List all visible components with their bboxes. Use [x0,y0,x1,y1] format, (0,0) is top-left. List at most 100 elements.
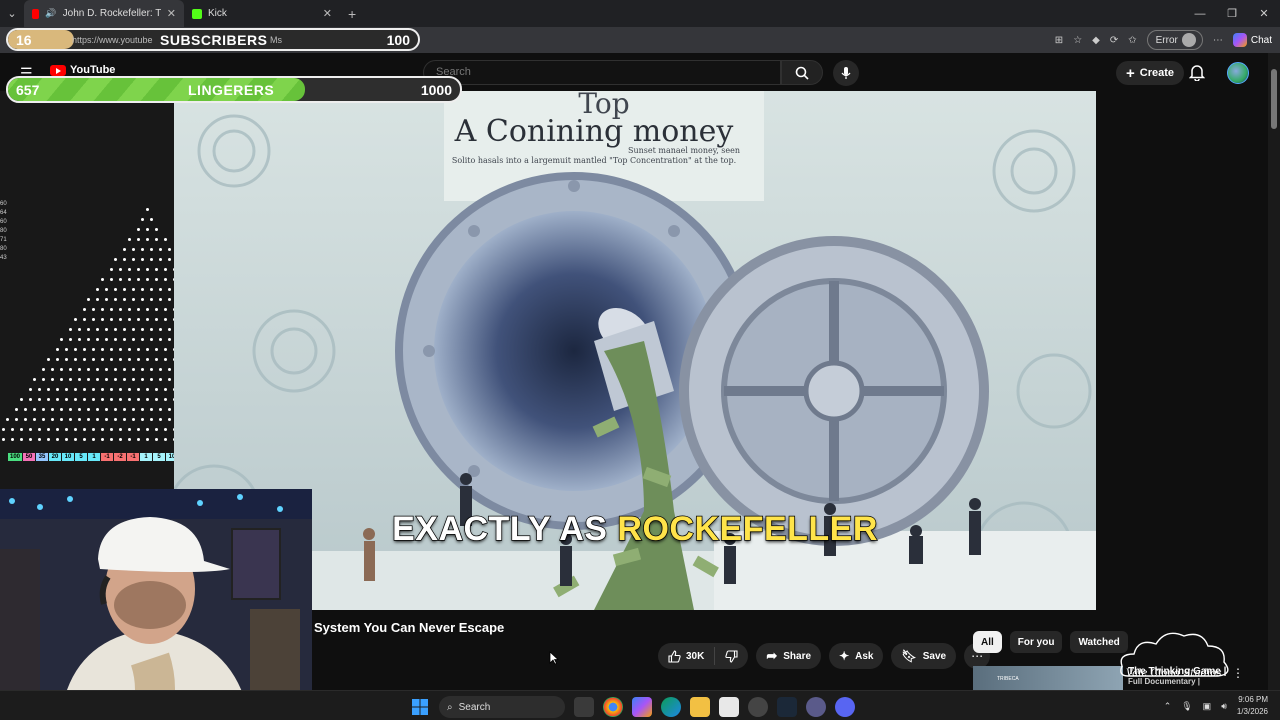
account-avatar[interactable] [1227,62,1249,84]
pattern-dot [37,438,41,441]
pattern-dot [87,378,90,381]
pattern-dot [109,348,113,351]
pattern-dot [163,308,167,311]
close-tab-icon[interactable]: ✕ [167,7,176,20]
discord-icon[interactable] [835,697,855,717]
file-explorer-icon[interactable] [690,697,710,717]
taskbar-clock[interactable]: 9:06 PM 1/3/2026 [1237,694,1268,718]
search-input[interactable]: Search [423,60,781,85]
more-menu-icon[interactable]: ⋯ [1213,35,1223,46]
address-url-text[interactable]: https://www.youtube [72,35,153,45]
volume-icon[interactable]: 🔊︎ [1221,701,1227,712]
pattern-dot [118,398,122,401]
steam-icon[interactable] [777,697,797,717]
pattern-dot [96,298,99,301]
pattern-dot [136,238,140,241]
pattern-dot [100,358,104,361]
extension-icon[interactable]: ◆ [1092,35,1100,46]
pattern-dot [168,338,171,341]
pattern-dot [42,418,45,421]
pattern-dot [132,378,135,381]
pattern-dot [42,408,45,411]
pattern-dot [73,438,77,441]
youtube-logo[interactable]: YouTube [50,64,115,76]
notifications-bell-icon[interactable] [1189,63,1205,81]
star-icon[interactable]: ☆ [1073,35,1082,46]
copilot-chat-button[interactable]: Chat [1232,33,1272,47]
tab-youtube[interactable]: 🔊 John D. Rockefeller: The Man ✕ [24,0,184,27]
pattern-dot [105,338,108,341]
pattern-dot [150,218,153,221]
create-label: Create [1139,67,1175,79]
pattern-dot [100,398,104,401]
taskbar-search-box[interactable]: ⌕ Search [439,696,565,718]
obs-icon[interactable] [748,697,768,717]
plus-icon: + [1126,64,1135,82]
pattern-dot [136,308,140,311]
youtube-favicon-icon [32,8,40,19]
create-button[interactable]: + Create [1116,61,1185,85]
close-window-icon[interactable]: ✕ [1248,7,1280,20]
filter-chip-all[interactable]: All [973,631,1002,653]
next-video-thumbnail[interactable]: TRIBECA [973,666,1123,693]
page-scrollbar[interactable] [1268,53,1280,693]
pattern-dot [64,358,68,361]
pattern-dot [87,298,90,301]
windows-start-icon[interactable] [410,697,430,717]
close-tab-icon[interactable]: ✕ [323,7,332,20]
caption-yellow-text: ROCKEFELLER [617,509,878,549]
network-icon[interactable]: ▣ [1203,701,1212,712]
task-view-icon[interactable] [574,697,594,717]
refresh-icon[interactable]: ⟳ [1110,35,1118,46]
lingerers-count: 657 [16,82,40,98]
pattern-dot [163,278,167,281]
microphone-icon[interactable]: 🎙︎ [1181,701,1192,712]
streamlabs-icon[interactable] [719,697,739,717]
pattern-dot [109,318,113,321]
pattern-dot [123,248,126,251]
save-button[interactable]: 🔖︎ Save [891,643,957,669]
filter-chip-for-you[interactable]: For you [1009,631,1063,653]
share-button[interactable]: ➦ Share [756,643,822,669]
ask-button[interactable]: ✦ Ask [829,643,884,669]
pattern-dot [73,398,77,401]
chevron-up-icon[interactable]: ⌃ [1164,701,1172,712]
pattern-dot [136,228,140,231]
taskbar-apps: ⌕ Search [410,696,855,718]
minimize-icon[interactable]: — [1184,8,1216,20]
pattern-dot [118,348,122,351]
webcam-person-image [0,489,312,720]
chrome-icon[interactable] [603,697,623,717]
pattern-dot [87,418,90,421]
plus-icon[interactable]: + [340,6,364,22]
scrollbar-thumb[interactable] [1271,69,1277,129]
favorites-icon[interactable]: ✩ [1128,35,1136,46]
pattern-dot [46,428,50,431]
pattern-dot [60,408,63,411]
dislike-button[interactable] [715,649,748,663]
pattern-dot [141,328,144,331]
app-icon[interactable] [806,697,826,717]
pattern-dot [109,388,113,391]
pattern-dot [141,218,144,221]
maximize-icon[interactable]: ❐ [1216,7,1248,20]
copilot-app-icon[interactable] [632,697,652,717]
pattern-dot [1,438,5,441]
kebab-menu-icon[interactable]: ⋮ [1232,666,1244,680]
search-button[interactable] [781,60,823,85]
profile-error-button[interactable]: Error [1146,30,1203,50]
tab-kick[interactable]: Kick ✕ [184,0,340,27]
like-button[interactable]: 30K [658,647,716,665]
right-background [1096,91,1268,610]
lingerers-label: LINGERERS [188,82,275,98]
edge-icon[interactable] [661,697,681,717]
clock-time: 9:06 PM [1238,695,1268,704]
speaker-icon[interactable]: 🔊 [45,8,56,19]
pattern-dot [82,308,86,311]
voice-search-button[interactable] [833,60,859,86]
pattern-dot [10,438,14,441]
apps-icon[interactable]: ⊞ [1055,35,1063,46]
tab-search-chevron-icon[interactable]: ⌄ [0,0,24,27]
share-arrow-icon: ➦ [766,648,778,663]
pattern-dot [141,408,144,411]
